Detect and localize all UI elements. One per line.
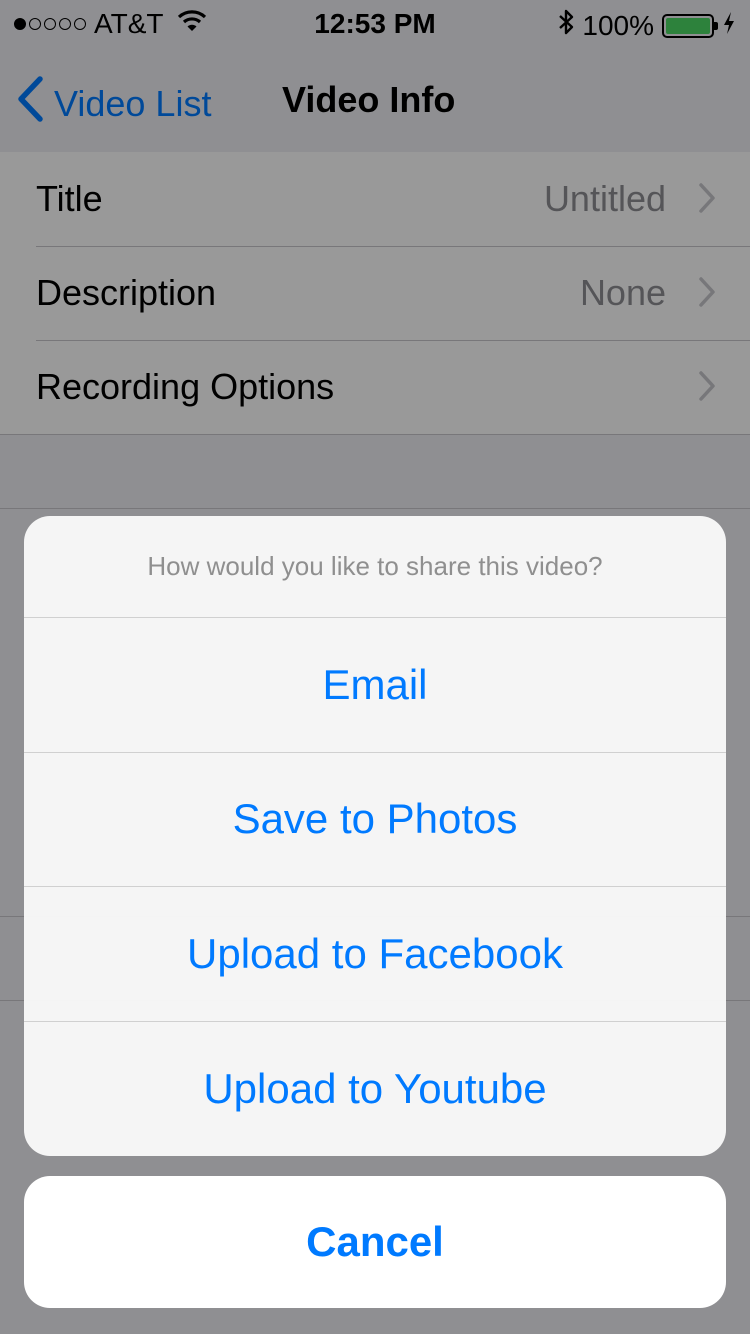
action-sheet-title: How would you like to share this video? <box>24 516 726 618</box>
save-to-photos-button[interactable]: Save to Photos <box>24 753 726 887</box>
share-action-sheet: How would you like to share this video? … <box>24 516 726 1156</box>
video-info-screen: AT&T 12:53 PM 100% Video List Video Info… <box>0 0 750 1334</box>
upload-to-facebook-button[interactable]: Upload to Facebook <box>24 887 726 1022</box>
email-button[interactable]: Email <box>24 618 726 753</box>
upload-to-youtube-button[interactable]: Upload to Youtube <box>24 1022 726 1157</box>
cancel-button[interactable]: Cancel <box>24 1176 726 1308</box>
